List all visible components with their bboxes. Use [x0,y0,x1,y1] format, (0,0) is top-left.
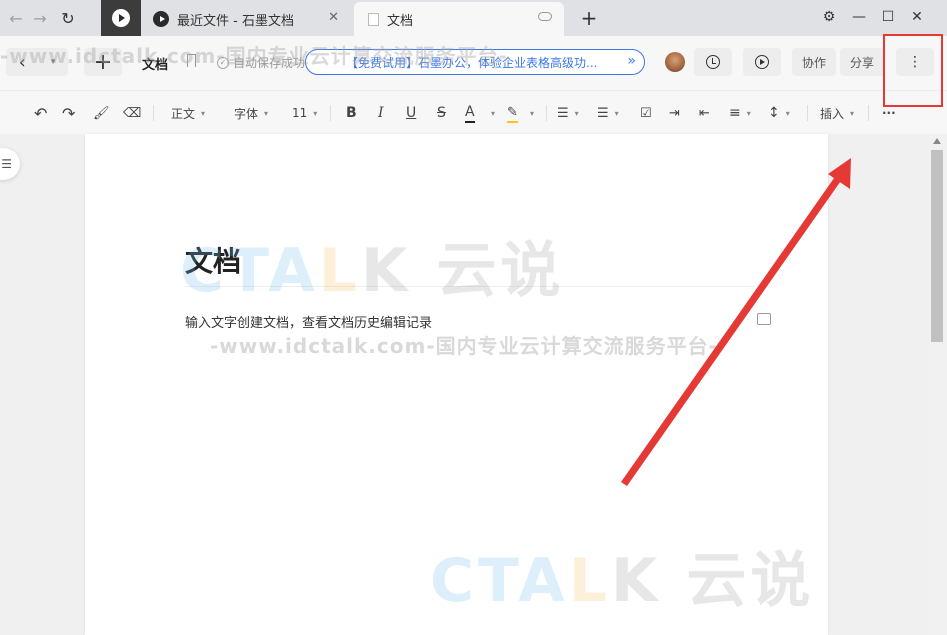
divider [807,105,808,121]
align-button[interactable]: ≡ ▾ [729,103,751,123]
align-icon: ≡ [729,105,741,121]
tab-bar: ← → ↻ 最近文件 - 石墨文档 ✕ 文档 + ⚙ — ☐ ✕ [0,0,947,36]
maximize-button[interactable]: ☐ [876,6,900,28]
font-color-button[interactable]: A [465,103,475,123]
watermark-url: -www.idctalk.com-国内专业云计算交流服务平台- [0,44,508,68]
watermark-logo-part: CTA [180,236,319,306]
font-label: 字体 [234,106,259,121]
redo-icon[interactable]: ↷ [62,103,75,123]
app-logo-tab[interactable] [101,0,141,36]
watermark-logo-part: CTA [430,546,569,616]
tab-recent-files[interactable]: 最近文件 - 石墨文档 ✕ [143,2,351,36]
format-painter-icon[interactable]: 🖌 [93,103,110,123]
browser-back-icon[interactable]: ← [4,6,28,30]
font-size-select[interactable]: 11 ▾ [292,103,317,123]
history-button[interactable] [694,48,732,76]
bullet-list-button[interactable]: ☰ ▾ [597,103,619,123]
reload-icon[interactable]: ↻ [56,6,80,30]
tab-label: 文档 [387,13,414,29]
settings-icon[interactable]: ⚙ [817,6,841,28]
underline-button[interactable]: U [406,103,416,123]
watermark-logo-part: K 云说 [360,236,565,306]
divider [868,105,869,121]
shimo-small-logo-icon [153,11,169,27]
divider [330,105,331,121]
play-icon [755,55,769,69]
insert-menu[interactable]: 插入 ▾ [820,103,854,123]
ordered-list-icon: ☰ [557,105,569,121]
scroll-up-icon[interactable] [933,138,941,144]
watermark-logo: CTALK 云说 [430,532,814,619]
browser-forward-icon[interactable]: → [28,6,52,30]
add-comment-icon[interactable] [757,313,771,325]
minimize-button[interactable]: — [847,6,871,28]
outline-icon: ☰ [1,157,12,171]
insert-label: 插入 [820,106,845,121]
tab-document[interactable]: 文档 [354,2,564,36]
clear-format-icon[interactable]: ⌫ [123,103,141,123]
vertical-scrollbar[interactable] [929,134,947,635]
divider [546,105,547,121]
line-height-button[interactable]: ↕ ▾ [768,103,790,123]
indent-icon[interactable]: ⇥ [669,103,680,123]
checklist-icon[interactable]: ☑ [640,103,652,123]
style-label: 正文 [171,106,196,121]
watermark-url: -www.idctalk.com-国内专业云计算交流服务平台- [210,334,718,358]
share-button[interactable]: 分享 [840,48,884,76]
new-tab-button[interactable]: + [578,6,600,30]
font-color-caret[interactable]: ▾ [485,103,495,123]
highlight-button[interactable]: ✎ [507,103,518,123]
font-family-select[interactable]: 字体 ▾ [234,103,268,123]
bold-button[interactable]: B [346,103,357,123]
bullet-list-icon: ☰ [597,105,609,121]
present-button[interactable] [743,48,781,76]
divider [153,105,154,121]
format-toolbar: ↶ ↷ 🖌 ⌫ 正文 ▾ 字体 ▾ 11 ▾ B I U S A ▾ ✎ ▾ ☰ ▾ ☰… [0,90,947,134]
double-chevron-icon: » [627,53,636,69]
cloud-icon [538,12,552,21]
history-icon [706,55,720,69]
tab-close-icon[interactable]: ✕ [328,10,339,25]
highlight-caret[interactable]: ▾ [524,103,534,123]
strikethrough-button[interactable]: S [437,103,446,123]
paragraph-style-select[interactable]: 正文 ▾ [171,103,205,123]
ordered-list-button[interactable]: ☰ ▾ [557,103,579,123]
close-window-button[interactable]: ✕ [905,6,929,28]
annotation-highlight-box [883,34,943,107]
outdent-icon[interactable]: ⇤ [699,103,710,123]
watermark-logo-part: K 云说 [610,546,815,616]
document-icon [368,12,379,26]
font-size-label: 11 [292,106,308,120]
italic-button[interactable]: I [378,103,384,123]
shimo-logo-icon [112,9,130,27]
watermark-logo-part: L [568,546,611,616]
tab-label: 最近文件 - 石墨文档 [177,13,294,29]
document-body-text[interactable]: 输入文字创建文档，查看文档历史编辑记录 [185,312,432,331]
line-height-icon: ↕ [768,105,780,121]
user-avatar[interactable] [665,52,685,72]
watermark-logo: CTALK 云说 [180,222,564,309]
watermark-logo-part: L [318,236,361,306]
collaborate-button[interactable]: 协作 [792,48,836,76]
undo-icon[interactable]: ↶ [34,103,47,123]
scroll-thumb[interactable] [931,150,943,342]
